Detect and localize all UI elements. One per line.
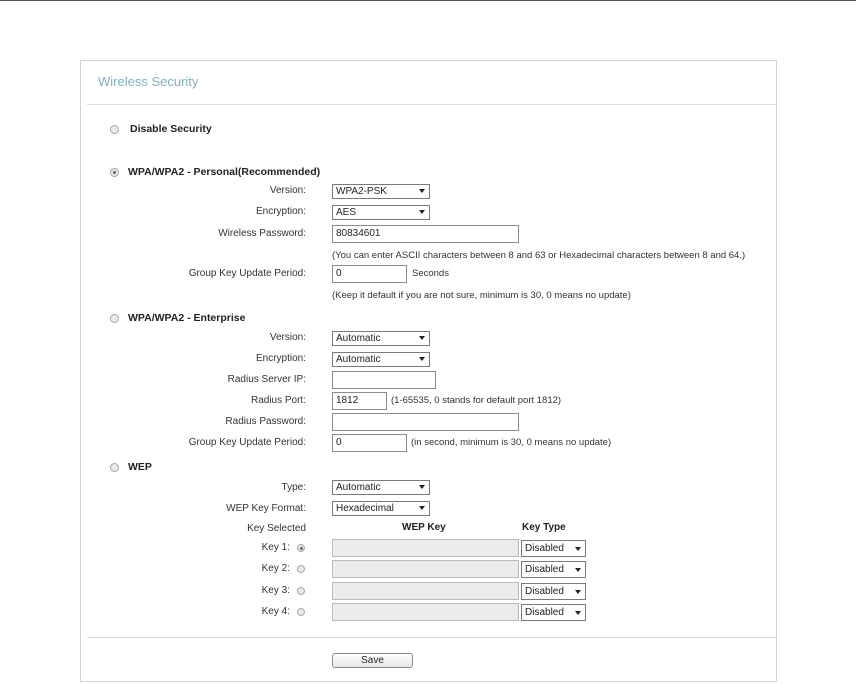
enterprise-encryption-label: Encryption: — [255, 353, 306, 364]
wpa-enterprise-label: WPA/WPA2 - Enterprise — [128, 312, 246, 324]
key-type-select[interactable]: Disabled — [521, 583, 586, 600]
enterprise-encryption-select[interactable]: Automatic — [332, 352, 430, 367]
chevron-down-icon — [575, 590, 581, 594]
personal-version-label: Version: — [269, 185, 306, 196]
radius-port-label: Radius Port: — [250, 395, 306, 406]
key-row: Key 4: — [81, 606, 306, 622]
disable-security-label: Disable Security — [130, 123, 212, 135]
personal-encryption-label: Encryption: — [255, 206, 306, 217]
personal-group-key-hint: (Keep it default if you are not sure, mi… — [332, 290, 631, 301]
wep-key-input[interactable] — [332, 582, 519, 600]
save-button[interactable]: Save — [332, 653, 413, 668]
wpa-enterprise-radio[interactable] — [110, 314, 119, 323]
wep-key-format-select[interactable]: Hexadecimal — [332, 501, 430, 516]
footer-divider — [87, 637, 777, 638]
enterprise-group-key-hint: (in second, minimum is 30, 0 means no up… — [411, 437, 612, 448]
chevron-down-icon — [419, 336, 425, 340]
chevron-down-icon — [575, 611, 581, 615]
chevron-down-icon — [575, 568, 581, 572]
personal-encryption-select[interactable]: AES — [332, 205, 430, 220]
key-label: Key 4: — [261, 606, 290, 617]
key-select-radio[interactable] — [297, 565, 305, 573]
key-select-radio[interactable] — [297, 587, 305, 595]
group-key-unit: Seconds — [412, 268, 449, 279]
panel-title: Wireless Security — [98, 74, 199, 89]
key-type-header: Key Type — [522, 522, 566, 533]
chevron-down-icon — [419, 210, 425, 214]
radius-server-input[interactable] — [332, 371, 436, 389]
enterprise-version-select[interactable]: Automatic — [332, 331, 430, 346]
radius-port-input[interactable]: 1812 — [332, 392, 387, 410]
key-label: Key 2: — [261, 563, 290, 574]
radius-password-label: Radius Password: — [225, 416, 306, 427]
chevron-down-icon — [419, 485, 425, 489]
wep-key-format-label: WEP Key Format: — [226, 503, 306, 514]
chevron-down-icon — [419, 189, 425, 193]
title-divider — [87, 104, 777, 105]
personal-group-key-label: Group Key Update Period: — [188, 268, 306, 279]
wpa-personal-label: WPA/WPA2 - Personal(Recommended) — [128, 166, 321, 178]
key-type-select[interactable]: Disabled — [521, 561, 586, 578]
key-label: Key 3: — [261, 585, 290, 596]
key-row: Key 2: — [81, 563, 306, 579]
key-type-select[interactable]: Disabled — [521, 604, 586, 621]
key-selected-header: Key Selected — [247, 523, 306, 534]
radius-server-label: Radius Server IP: — [227, 374, 306, 385]
wep-radio[interactable] — [110, 463, 119, 472]
enterprise-group-key-label: Group Key Update Period: — [188, 437, 306, 448]
key-row: Key 3: — [81, 585, 306, 601]
personal-version-select[interactable]: WPA2-PSK — [332, 184, 430, 199]
enterprise-version-label: Version: — [269, 332, 306, 343]
wep-type-label: Type: — [281, 482, 306, 493]
chevron-down-icon — [419, 506, 425, 510]
wep-label: WEP — [128, 461, 152, 473]
password-hint: (You can enter ASCII characters between … — [332, 250, 746, 261]
key-label: Key 1: — [261, 542, 290, 553]
key-row: Key 1: — [81, 542, 306, 558]
radius-port-hint: (1-65535, 0 stands for default port 1812… — [391, 395, 562, 406]
enterprise-group-key-input[interactable]: 0 — [332, 434, 407, 452]
key-type-select[interactable]: Disabled — [521, 540, 586, 557]
chevron-down-icon — [419, 357, 425, 361]
wpa-personal-radio[interactable] — [110, 168, 119, 177]
top-divider — [0, 0, 856, 1]
wep-key-header: WEP Key — [402, 522, 446, 533]
wireless-password-label: Wireless Password: — [218, 228, 306, 239]
wireless-password-input[interactable]: 80834601 — [332, 225, 519, 243]
personal-group-key-input[interactable]: 0 — [332, 265, 407, 283]
disable-security-radio[interactable] — [110, 125, 119, 134]
chevron-down-icon — [575, 547, 581, 551]
wep-key-input[interactable] — [332, 539, 519, 557]
wireless-security-panel: Wireless Security Disable Security WPA/W… — [80, 60, 777, 682]
key-select-radio[interactable] — [297, 544, 305, 552]
radius-password-input[interactable] — [332, 413, 519, 431]
wep-key-input[interactable] — [332, 560, 519, 578]
wep-key-input[interactable] — [332, 603, 519, 621]
wep-type-select[interactable]: Automatic — [332, 480, 430, 495]
key-select-radio[interactable] — [297, 608, 305, 616]
